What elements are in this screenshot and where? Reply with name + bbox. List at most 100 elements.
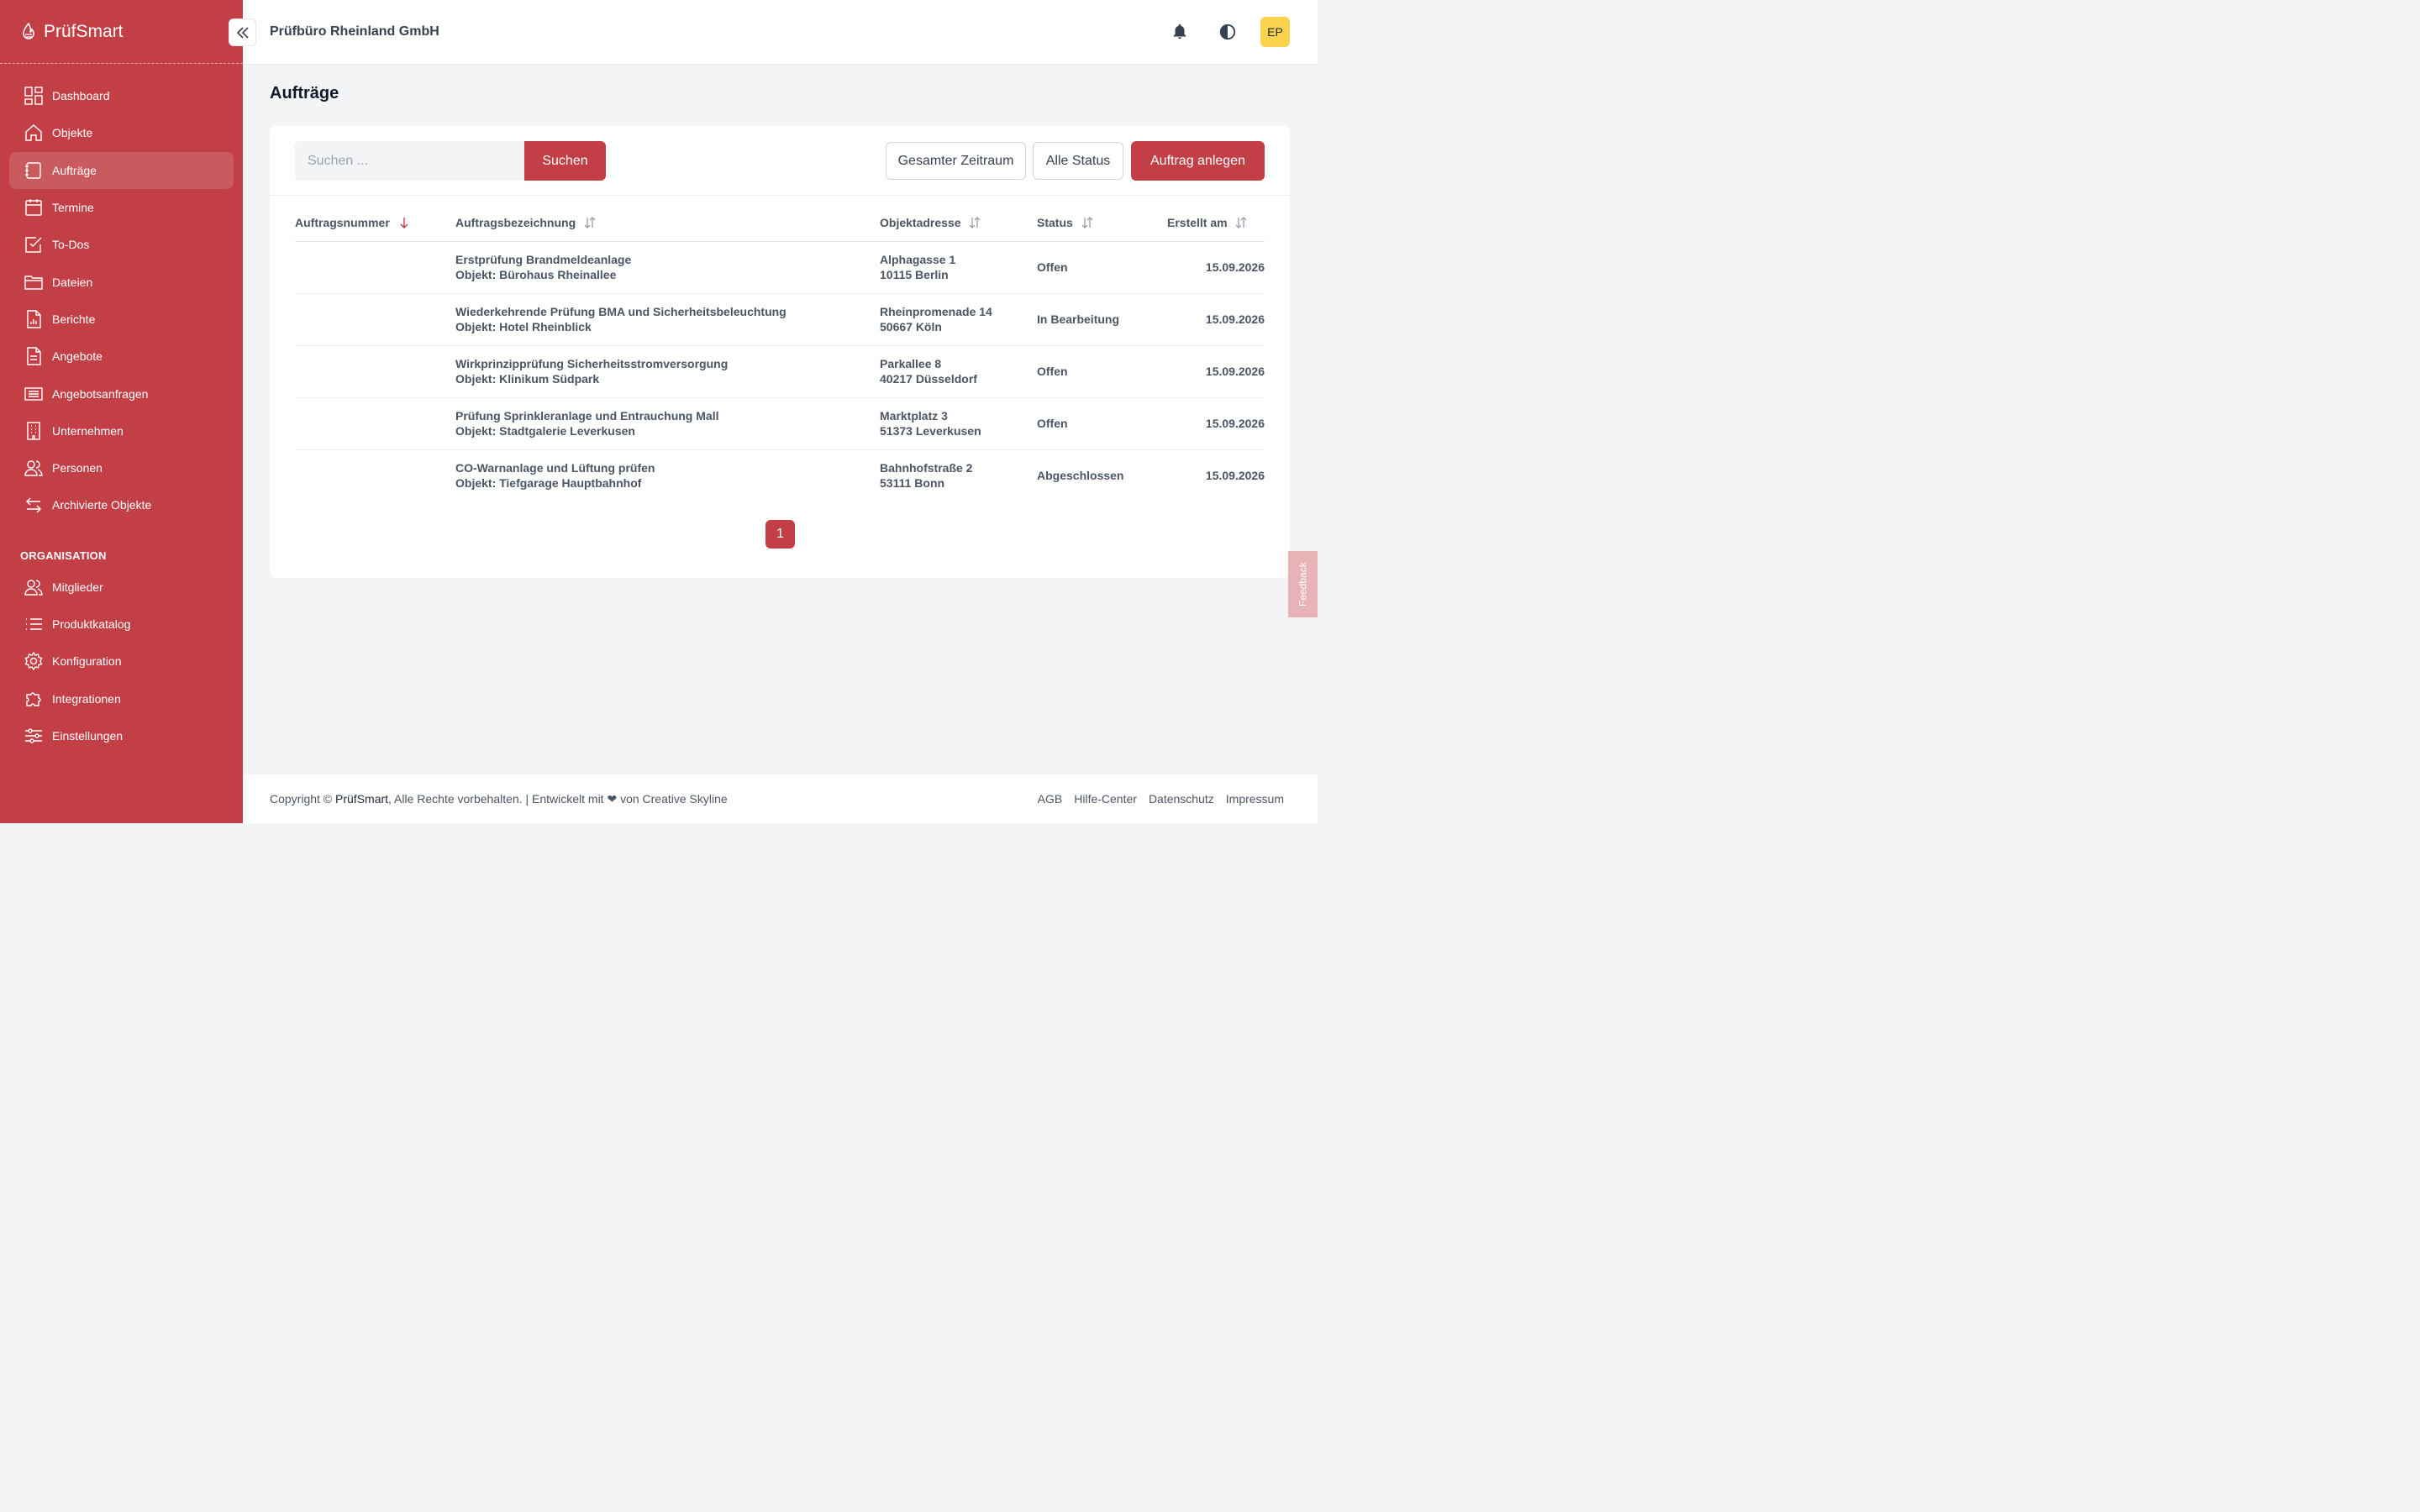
column-header-objektadresse[interactable]: Objektadresse: [880, 207, 1037, 242]
calendar-icon: [25, 199, 42, 216]
sidebar-item-personen[interactable]: Personen: [9, 449, 234, 486]
column-header-status[interactable]: Status: [1037, 207, 1167, 242]
object-address-cell: Rheinpromenade 14 50667 Köln: [880, 293, 1037, 346]
column-header-label: Status: [1037, 216, 1073, 230]
footer-link-hilfe-center[interactable]: Hilfe-Center: [1074, 792, 1137, 806]
list-icon: [26, 618, 42, 630]
address-street: Marktplatz 3: [880, 409, 948, 423]
document-icon: [27, 347, 41, 365]
column-header-auftragsnummer[interactable]: Auftragsnummer: [295, 207, 455, 242]
order-title-cell: CO-Warnanlage und Lüftung prüfen Objekt: …: [455, 449, 880, 501]
page-title: Aufträge: [270, 84, 339, 102]
building-icon: [27, 422, 40, 440]
column-header-auftragsbezeichnung[interactable]: Auftragsbezeichnung: [455, 207, 880, 242]
inbox-icon: [24, 386, 43, 401]
sidebar-item-mitglieder[interactable]: Mitglieder: [9, 569, 234, 606]
brand-logo[interactable]: PrüfSmart: [0, 0, 243, 64]
sort-icon: [1081, 217, 1093, 231]
collapse-sidebar-button[interactable]: [229, 18, 256, 46]
sidebar-item-produktkatalog[interactable]: Produktkatalog: [9, 606, 234, 643]
footer-links: AGB Hilfe-Center Datenschutz Impressum: [1038, 774, 1284, 823]
sidebar-item-termine[interactable]: Termine: [9, 189, 234, 226]
sidebar-item-angebotsanfragen[interactable]: Angebotsanfragen: [9, 375, 234, 412]
created-date: 15.09.2026: [1167, 241, 1265, 294]
top-bar: Prüfbüro Rheinland GmbH EP: [243, 0, 1318, 64]
pagination-page-1[interactable]: 1: [765, 520, 795, 549]
sidebar-item-label: Produktkatalog: [52, 617, 131, 631]
sidebar-item-label: Berichte: [52, 312, 96, 326]
sidebar-item-label: Archivierte Objekte: [52, 498, 152, 512]
sidebar-item-label: Integrationen: [52, 691, 121, 706]
feedback-tab[interactable]: Feedback: [1288, 551, 1318, 617]
sidebar-item-unternehmen[interactable]: Unternehmen: [9, 412, 234, 449]
table-row[interactable]: CO-Warnanlage und Lüftung prüfen Objekt: …: [295, 449, 1265, 501]
table-row[interactable]: Wirkprinzipprüfung Sicherheitsstromverso…: [295, 345, 1265, 398]
avatar[interactable]: EP: [1260, 17, 1290, 47]
column-header-label: Auftragsbezeichnung: [455, 216, 576, 230]
sidebar-item-label: Objekte: [52, 126, 93, 140]
archive-arrows-icon: [26, 497, 41, 513]
create-order-button[interactable]: Auftrag anlegen: [1131, 141, 1265, 181]
copyright-suffix: , Alle Rechte vorbehalten. | Entwickelt …: [388, 791, 728, 806]
order-title-cell: Wirkprinzipprüfung Sicherheitsstromverso…: [455, 345, 880, 398]
address-city: 51373 Leverkusen: [880, 424, 981, 438]
created-date: 15.09.2026: [1167, 293, 1265, 346]
theme-toggle-button[interactable]: [1213, 17, 1243, 47]
table-row[interactable]: Prüfung Sprinkleranlage und Entrauchung …: [295, 397, 1265, 450]
footer-link-agb[interactable]: AGB: [1038, 792, 1063, 806]
sidebar-item-label: Termine: [52, 201, 94, 215]
order-title-cell: Erstprüfung Brandmeldeanlage Objekt: Büro…: [455, 241, 880, 294]
orders-card: Suchen Gesamter Zeitraum Alle Status Auf…: [270, 126, 1290, 578]
sidebar-item-angebote[interactable]: Angebote: [9, 338, 234, 375]
sidebar-item-label: Dateien: [52, 275, 93, 289]
footer-brand-link[interactable]: PrüfSmart: [335, 792, 388, 806]
sidebar-item-konfiguration[interactable]: Konfiguration: [9, 643, 234, 680]
address-city: 50667 Köln: [880, 320, 942, 333]
sidebar-item-berichte[interactable]: Berichte: [9, 301, 234, 338]
sidebar-item-label: To-Dos: [52, 238, 90, 252]
table-row[interactable]: Wiederkehrende Prüfung BMA und Sicherhei…: [295, 293, 1265, 346]
sidebar-item-einstellungen[interactable]: Einstellungen: [9, 717, 234, 754]
sidebar-item-auftraege[interactable]: Aufträge: [9, 151, 234, 189]
order-status: In Bearbeitung: [1037, 293, 1167, 346]
sort-icon: [969, 217, 981, 231]
folder-icon: [24, 275, 43, 290]
report-icon: [27, 310, 41, 328]
sidebar-item-todos[interactable]: To-Dos: [9, 226, 234, 263]
sidebar-item-integrationen[interactable]: Integrationen: [9, 680, 234, 717]
orders-table: Auftragsnummer Auftragsbezeichnung Objek…: [295, 207, 1265, 501]
order-object: Objekt: Stadtgalerie Leverkusen: [455, 424, 635, 438]
order-status: Offen: [1037, 397, 1167, 450]
sidebar-item-label: Dashboard: [52, 89, 110, 103]
sidebar-item-dateien[interactable]: Dateien: [9, 263, 234, 300]
sidebar-item-label: Angebote: [52, 349, 103, 364]
members-icon: [24, 580, 43, 596]
column-header-label: Objektadresse: [880, 216, 961, 230]
order-title: Wirkprinzipprüfung Sicherheitsstromverso…: [455, 357, 729, 370]
main-nav: Dashboard Objekte Aufträge Termine To-Do…: [0, 64, 243, 524]
object-address-cell: Parkallee 8 40217 Düsseldorf: [880, 345, 1037, 398]
footer: Copyright © PrüfSmart, Alle Rechte vorbe…: [243, 774, 1318, 823]
column-header-erstellt-am[interactable]: Erstellt am: [1167, 207, 1265, 242]
checkbox-icon: [25, 237, 42, 254]
created-date: 15.09.2026: [1167, 345, 1265, 398]
address-street: Alphagasse 1: [880, 253, 956, 266]
people-icon: [24, 460, 43, 476]
home-icon: [25, 124, 42, 142]
sidebar-item-label: Unternehmen: [52, 423, 124, 438]
table-row[interactable]: Erstprüfung Brandmeldeanlage Objekt: Büro…: [295, 241, 1265, 294]
sidebar-item-archivierte-objekte[interactable]: Archivierte Objekte: [9, 486, 234, 523]
footer-link-impressum[interactable]: Impressum: [1226, 792, 1284, 806]
sidebar-item-dashboard[interactable]: Dashboard: [9, 77, 234, 114]
sidebar-item-objekte[interactable]: Objekte: [9, 114, 234, 151]
flame-logo-icon: [23, 22, 34, 39]
search-button[interactable]: Suchen: [524, 141, 606, 181]
footer-link-datenschutz[interactable]: Datenschutz: [1149, 792, 1214, 806]
top-actions: EP: [1165, 17, 1290, 47]
status-filter-button[interactable]: Alle Status: [1033, 142, 1123, 180]
search-input[interactable]: [295, 141, 524, 181]
period-filter-button[interactable]: Gesamter Zeitraum: [886, 142, 1026, 180]
address-city: 53111 Bonn: [880, 476, 945, 491]
address-city: 40217 Düsseldorf: [880, 372, 977, 386]
notifications-button[interactable]: [1165, 17, 1195, 47]
